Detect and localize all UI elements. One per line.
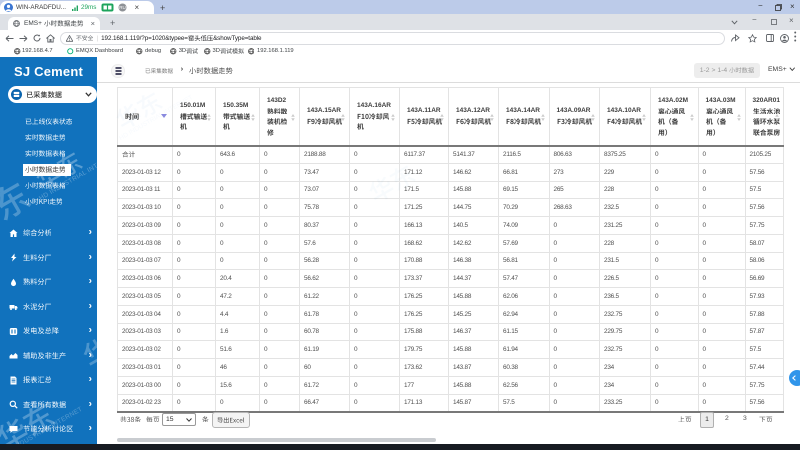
svg-text:RU: RU: [120, 5, 127, 10]
